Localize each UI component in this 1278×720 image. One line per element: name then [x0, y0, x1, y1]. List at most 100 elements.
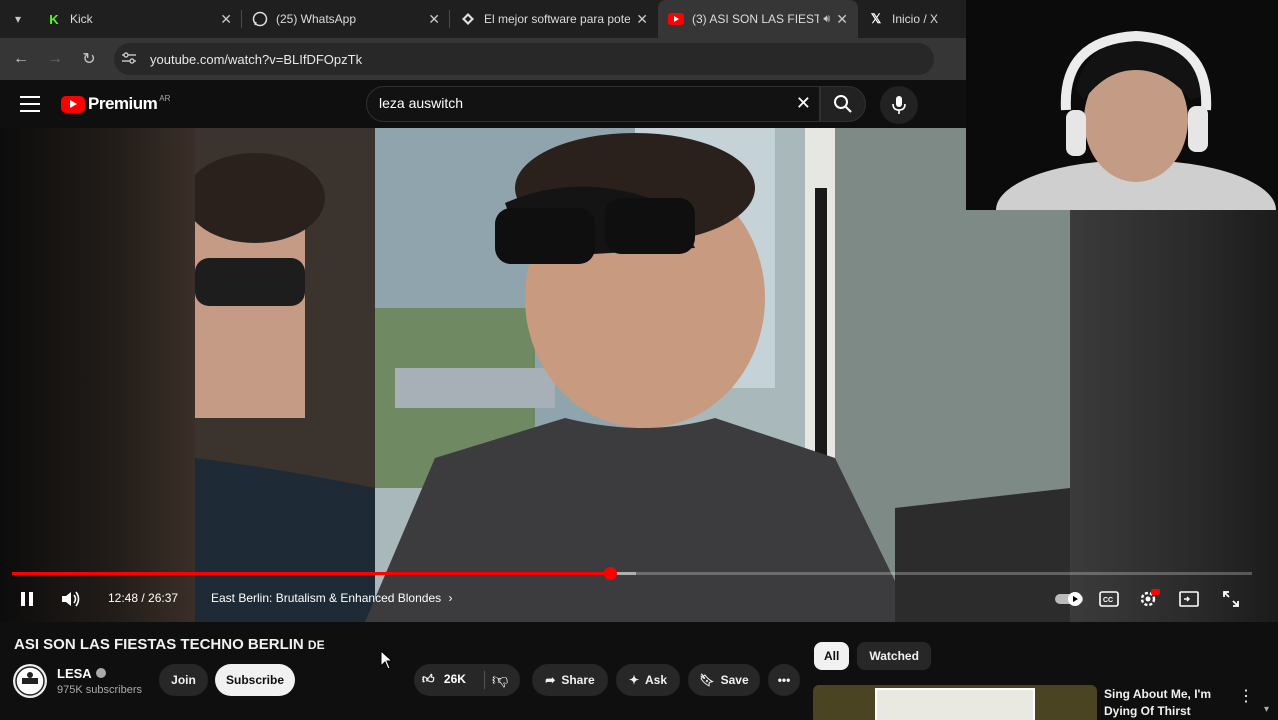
- channel-name-text: LESA: [57, 666, 92, 681]
- more-vertical-icon[interactable]: ⋮: [1238, 686, 1254, 706]
- autoplay-toggle[interactable]: [1054, 583, 1084, 615]
- address-bar[interactable]: youtube.com/watch?v=BLIfDFOpzTk: [114, 43, 934, 75]
- close-icon[interactable]: ✕: [428, 11, 440, 28]
- youtube-logo[interactable]: Premium AR: [61, 94, 170, 114]
- miniplayer-button[interactable]: [1176, 583, 1202, 615]
- close-icon[interactable]: ✕: [220, 11, 232, 28]
- tab-title: Inicio / X: [892, 12, 939, 26]
- channel-avatar[interactable]: [13, 664, 47, 698]
- search-icon: [834, 95, 852, 113]
- fullscreen-button[interactable]: [1218, 583, 1244, 615]
- save-button[interactable]: 🔖︎ Save: [688, 664, 760, 696]
- mouse-cursor-icon: [380, 650, 394, 670]
- kick-icon: K: [49, 11, 59, 27]
- url-text: youtube.com/watch?v=BLIfDFOpzTk: [150, 51, 363, 67]
- search-input[interactable]: [379, 95, 779, 111]
- ask-label: Ask: [645, 673, 668, 687]
- share-label: Share: [561, 673, 595, 687]
- more-horizontal-icon: •••: [777, 673, 791, 687]
- share-button[interactable]: ➦ Share: [532, 664, 608, 696]
- time-display: 12:48 / 26:37: [108, 591, 179, 605]
- clear-search-icon[interactable]: ✕: [796, 93, 811, 114]
- video-blur-left: [0, 128, 195, 622]
- browser-tab-bar: ▾ K Kick ✕ (25) WhatsApp ✕ El mejor soft…: [0, 0, 966, 38]
- whatsapp-icon: [252, 11, 268, 27]
- video-title-text: ASI SON LAS FIESTAS TECHNO BERLIN: [14, 636, 304, 653]
- more-actions-button[interactable]: •••: [768, 664, 800, 696]
- pause-button[interactable]: [14, 583, 40, 615]
- webcam-overlay: [966, 0, 1278, 210]
- autoplay-icon: [1055, 592, 1083, 606]
- tab-title: (3) ASI SON LAS FIESTAS: [692, 12, 820, 26]
- subscribe-label: Subscribe: [225, 673, 285, 687]
- chip-watched[interactable]: Watched: [857, 642, 931, 670]
- channel-name[interactable]: LESA: [57, 666, 106, 681]
- video-frame[interactable]: [195, 128, 1070, 622]
- tab-whatsapp[interactable]: (25) WhatsApp ✕: [242, 0, 450, 38]
- logo-text: Premium: [88, 94, 158, 113]
- fullscreen-icon: [1223, 591, 1239, 607]
- save-label: Save: [720, 673, 749, 687]
- subscribe-button[interactable]: Subscribe: [215, 664, 295, 696]
- like-divider: [484, 671, 485, 689]
- player-controls: 12:48 / 26:37 East Berlin: Brutalism & E…: [0, 583, 1278, 615]
- share-icon: ➦: [545, 673, 556, 687]
- recommendation-chips: All Watched: [814, 642, 939, 670]
- thumbs-up-icon: 👍︎: [422, 672, 435, 686]
- microphone-icon: [892, 96, 906, 114]
- youtube-icon: [668, 11, 684, 27]
- tab-software[interactable]: El mejor software para poter ✕: [450, 0, 658, 38]
- tab-search-icon[interactable]: ▾: [0, 0, 36, 38]
- youtube-header: Premium AR ✕: [0, 80, 966, 128]
- search-box[interactable]: ✕: [366, 86, 820, 122]
- verified-icon: [95, 668, 106, 678]
- volume-button[interactable]: [58, 583, 84, 615]
- recommendation-thumbnail[interactable]: [813, 685, 1097, 720]
- close-icon[interactable]: ✕: [636, 11, 648, 28]
- pause-icon: [21, 592, 33, 606]
- search-button[interactable]: [820, 86, 866, 122]
- webcam-image: [966, 0, 1278, 210]
- scrubber-handle[interactable]: [603, 567, 617, 580]
- forward-icon[interactable]: →: [38, 42, 72, 76]
- voice-search-button[interactable]: [880, 86, 918, 124]
- menu-icon[interactable]: [20, 96, 40, 112]
- scroll-down-arrow-icon[interactable]: ▾: [1264, 704, 1269, 715]
- tab-youtube-active[interactable]: (3) ASI SON LAS FIESTAS 🔊︎ ✕: [658, 0, 858, 38]
- site-settings-icon[interactable]: [122, 51, 144, 67]
- back-icon[interactable]: ←: [4, 42, 38, 76]
- volume-icon: [62, 591, 80, 607]
- join-button[interactable]: Join: [159, 664, 208, 696]
- recommendation-title[interactable]: Sing About Me, I'm Dying Of Thirst: [1104, 686, 1234, 720]
- close-icon[interactable]: ✕: [836, 11, 848, 28]
- settings-button[interactable]: [1136, 583, 1162, 615]
- video-title: ASI SON LAS FIESTAS TECHNO BERLIN DE: [14, 636, 325, 653]
- chevron-right-icon: ›: [448, 591, 453, 605]
- reload-icon[interactable]: ↻: [72, 42, 106, 76]
- captions-button[interactable]: CC: [1096, 583, 1122, 615]
- channel-row: LESA 975K subscribers Join Subscribe 👍︎ …: [0, 660, 800, 700]
- tab-x[interactable]: 𝕏 Inicio / X: [858, 0, 958, 38]
- played-bar: [12, 572, 610, 575]
- chip-all[interactable]: All: [814, 642, 850, 670]
- like-count: 26K: [443, 672, 466, 686]
- progress-bar[interactable]: [12, 567, 1252, 580]
- tab-title: Kick: [70, 12, 93, 26]
- speaker-icon[interactable]: 🔊︎: [823, 13, 830, 26]
- diamond-icon: [460, 11, 476, 27]
- like-dislike-group: 👍︎ 26K 👎︎: [414, 664, 520, 696]
- tab-kick[interactable]: K Kick ✕: [36, 0, 242, 38]
- gear-icon: [1140, 589, 1160, 607]
- svg-text:CC: CC: [1103, 597, 1113, 604]
- subscriber-count: 975K subscribers: [57, 684, 142, 696]
- dislike-button[interactable]: 👎︎: [492, 671, 508, 690]
- ask-button[interactable]: ✦ Ask: [616, 664, 680, 696]
- x-icon: 𝕏: [870, 11, 882, 26]
- captions-icon: CC: [1099, 591, 1119, 607]
- chapter-button[interactable]: East Berlin: Brutalism & Enhanced Blonde…: [211, 591, 452, 605]
- screen: ▾ K Kick ✕ (25) WhatsApp ✕ El mejor soft…: [0, 0, 1278, 720]
- browser-toolbar: ← → ↻ youtube.com/watch?v=BLIfDFOpzTk: [0, 38, 966, 80]
- like-button[interactable]: 👍︎ 26K: [422, 672, 466, 687]
- chapter-title: East Berlin: Brutalism & Enhanced Blonde…: [211, 591, 442, 605]
- sparkle-icon: ✦: [628, 673, 640, 687]
